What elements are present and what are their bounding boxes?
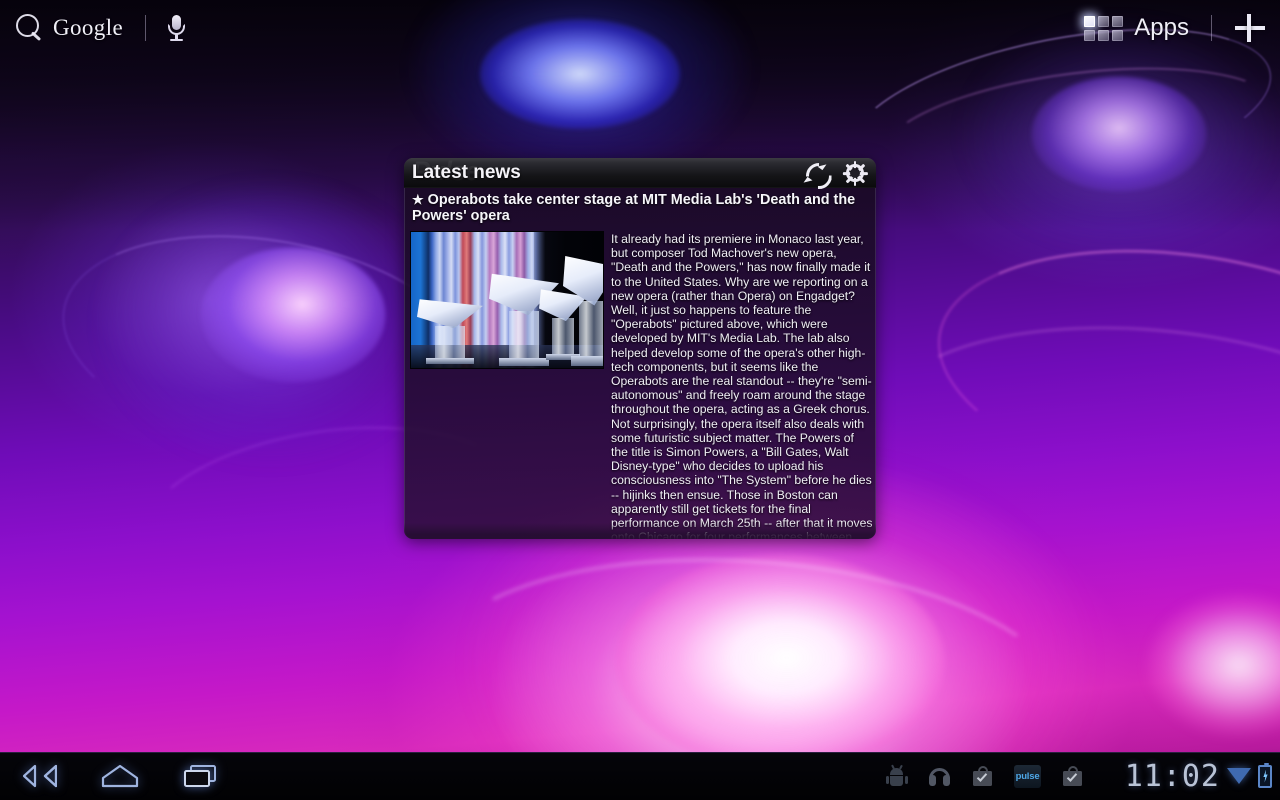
widget-header: Pulse Latest news bbox=[404, 158, 876, 188]
widget-title: Latest news bbox=[412, 162, 521, 183]
gear-icon[interactable] bbox=[842, 160, 868, 186]
wifi-signal-icon bbox=[1227, 768, 1251, 784]
apps-cluster: Apps bbox=[1084, 8, 1266, 48]
back-button[interactable] bbox=[0, 752, 80, 800]
headphones-icon[interactable] bbox=[928, 765, 951, 788]
wallpaper-purple-lotus-left bbox=[95, 192, 436, 458]
home-icon bbox=[101, 763, 139, 789]
top-bar: Google Apps bbox=[0, 0, 1280, 56]
apps-grid-icon[interactable] bbox=[1084, 15, 1124, 41]
divider bbox=[1211, 15, 1212, 41]
clock[interactable]: 11:02 bbox=[1125, 759, 1220, 794]
refresh-icon[interactable] bbox=[803, 162, 827, 186]
star-icon: ★ bbox=[412, 192, 424, 207]
wallpaper-purple-lotus-right bbox=[969, 26, 1270, 242]
google-brand-label: Google bbox=[53, 15, 124, 40]
wallpaper-swirl bbox=[869, 301, 1280, 589]
google-search-widget[interactable]: Google bbox=[14, 8, 186, 48]
divider bbox=[145, 15, 147, 41]
android-robot-icon[interactable] bbox=[885, 764, 908, 788]
wallpaper-pink-lotus-right bbox=[1135, 560, 1280, 770]
home-button[interactable] bbox=[80, 752, 160, 800]
article-thumbnail[interactable] bbox=[410, 231, 604, 369]
market-bag-check-icon[interactable] bbox=[971, 765, 994, 788]
wallpaper-swirl bbox=[874, 48, 1280, 216]
article-headline-text: Operabots take center stage at MIT Media… bbox=[412, 192, 856, 224]
notification-icons[interactable]: pulse bbox=[885, 752, 1084, 800]
widget-actions bbox=[803, 160, 868, 186]
plus-icon[interactable] bbox=[1234, 12, 1266, 44]
system-bar: pulse 11:02 bbox=[0, 752, 1280, 800]
article-headline[interactable]: ★ Operabots take center stage at MIT Medi… bbox=[404, 188, 876, 227]
latest-news-widget[interactable]: Pulse Latest news ★ Operabots take center… bbox=[404, 158, 876, 539]
recent-apps-icon bbox=[183, 763, 217, 789]
article-body: It already had its premiere in Monaco la… bbox=[404, 227, 876, 539]
microphone-icon[interactable] bbox=[168, 13, 186, 43]
battery-charging-icon bbox=[1258, 762, 1272, 788]
pulse-app-label: pulse bbox=[1015, 770, 1040, 782]
article-body-text[interactable]: It already had its premiere in Monaco la… bbox=[604, 227, 876, 539]
market-bag-check-icon[interactable] bbox=[1061, 765, 1084, 788]
apps-button-label[interactable]: Apps bbox=[1134, 14, 1189, 42]
back-icon bbox=[22, 764, 58, 788]
pulse-app-icon[interactable]: pulse bbox=[1014, 764, 1041, 788]
wallpaper-swirl bbox=[919, 215, 1280, 535]
status-cluster[interactable]: 11:02 bbox=[1125, 752, 1272, 800]
recent-apps-button[interactable] bbox=[160, 752, 240, 800]
navigation-buttons bbox=[0, 752, 240, 800]
home-screen: Google Apps Pulse Latest news ★ Operabot… bbox=[0, 0, 1280, 800]
search-icon[interactable] bbox=[14, 13, 44, 43]
